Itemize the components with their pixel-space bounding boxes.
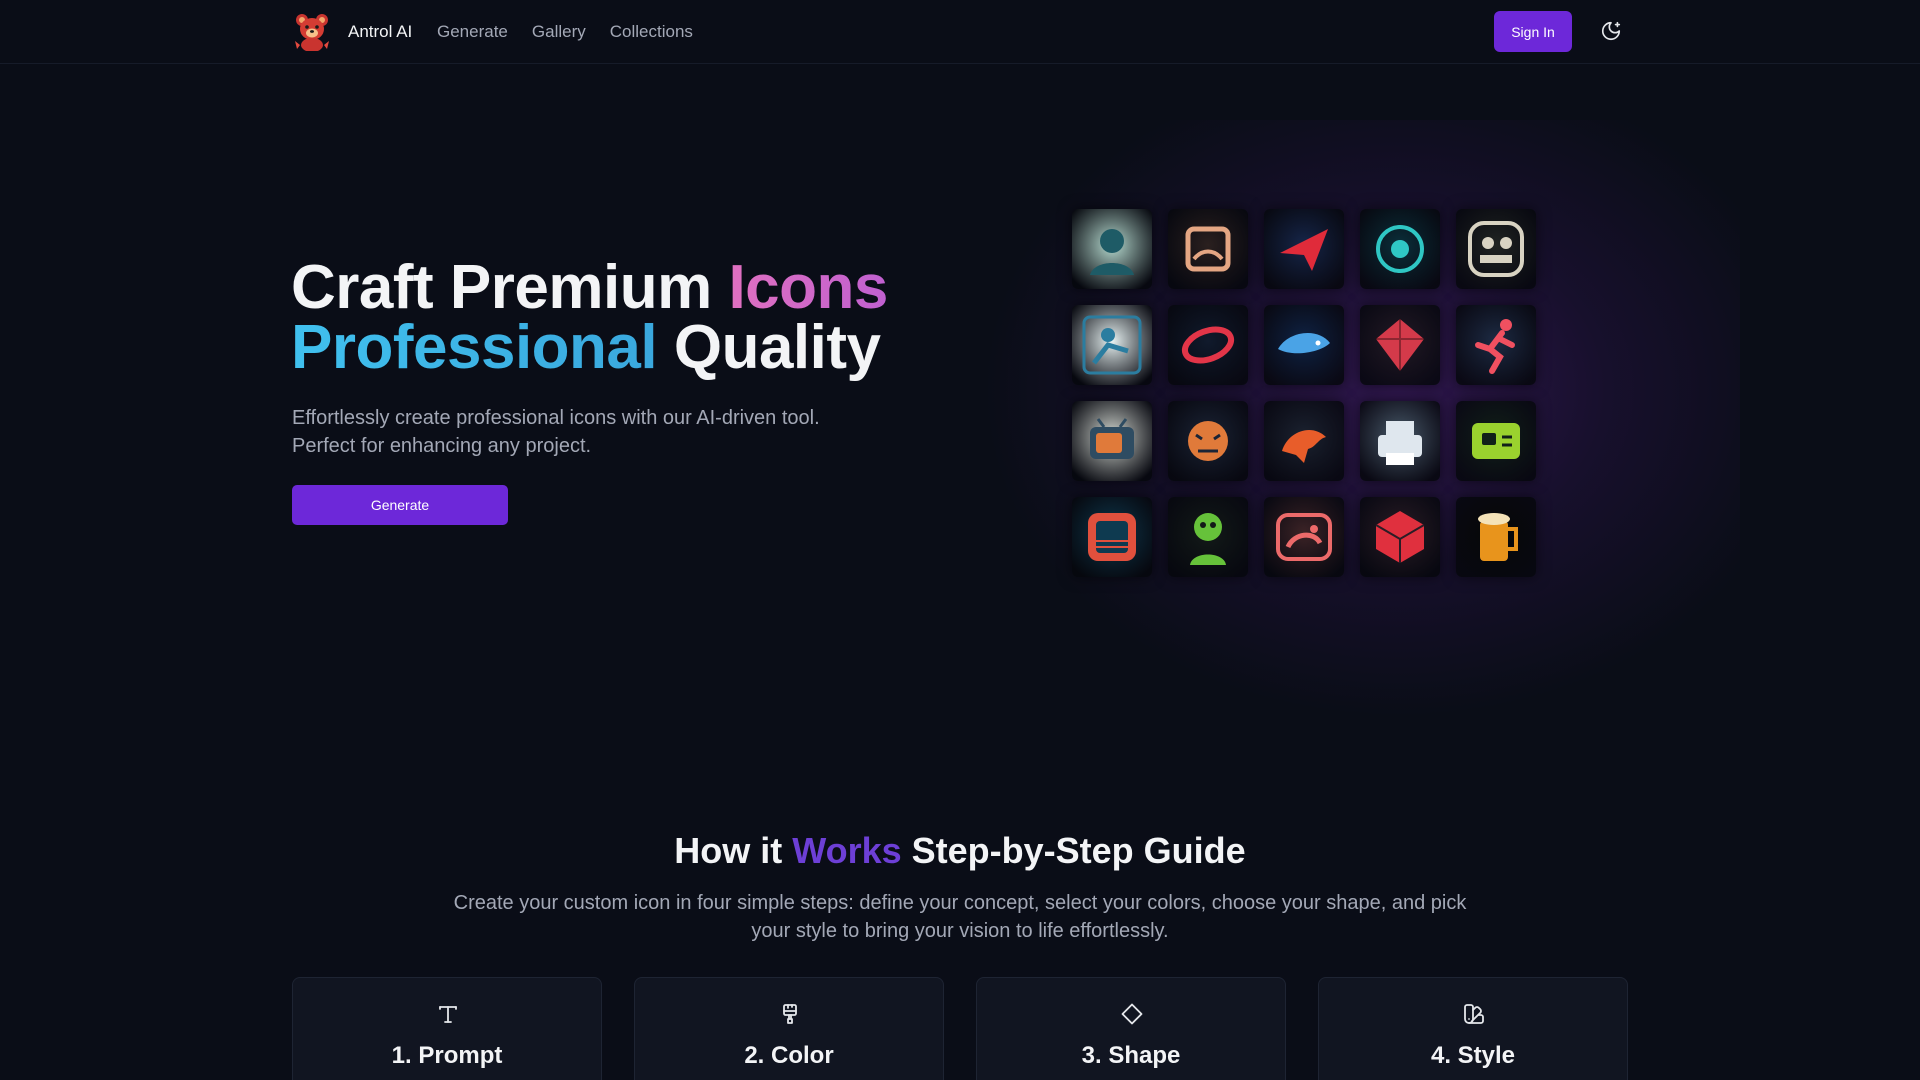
icon-tile[interactable] — [1264, 305, 1344, 385]
icon-tile[interactable] — [1072, 497, 1152, 577]
guide-title-highlight: Works — [792, 830, 902, 871]
icon-tile[interactable] — [1360, 209, 1440, 289]
step-card-color[interactable]: 2. Color — [634, 977, 944, 1080]
icon-showcase-grid — [1072, 209, 1536, 577]
text-icon — [439, 1006, 457, 1023]
nav-collections-link[interactable]: Collections — [610, 22, 693, 42]
window-frame-icon — [1072, 497, 1152, 577]
hero-generate-button[interactable]: Generate — [292, 485, 508, 525]
icon-tile[interactable] — [1456, 305, 1536, 385]
step-label: 3. Shape — [1081, 1042, 1181, 1069]
icon-tile[interactable] — [1168, 305, 1248, 385]
theme-toggle-button[interactable] — [1596, 17, 1626, 47]
moon-icon — [1601, 21, 1621, 40]
icon-tile[interactable] — [1072, 305, 1152, 385]
hero-title-highlight-professional: Professional — [291, 313, 658, 382]
icon-tile[interactable] — [1168, 497, 1248, 577]
icon-tile[interactable] — [1264, 401, 1344, 481]
icon-tile[interactable] — [1168, 209, 1248, 289]
guide-title-part1: How it — [674, 830, 793, 871]
step-card-prompt[interactable]: 1. Prompt — [292, 977, 602, 1080]
runner-icon — [1456, 305, 1536, 385]
chess-players-icon — [1456, 209, 1536, 289]
teddy-bear-logo-icon[interactable] — [292, 11, 332, 51]
step-label: 2. Color — [744, 1042, 834, 1069]
step-card-style[interactable]: 4. Style — [1318, 977, 1628, 1080]
step-cards: 1. Prompt 2. Color 3. Shape 4. Style — [292, 977, 1628, 1080]
main-nav: Generate Gallery Collections — [437, 22, 693, 42]
icon-tile[interactable] — [1168, 401, 1248, 481]
hero-title: Craft Premium Icons Professional Quality — [291, 257, 971, 379]
dragon-icon — [1264, 401, 1344, 481]
frog-badge-icon — [1264, 497, 1344, 577]
swatch-book-icon — [1464, 1004, 1484, 1024]
tiger-icon — [1168, 401, 1248, 481]
hero-title-highlight-icons: Icons — [728, 253, 888, 322]
speaker-disc-icon — [1360, 209, 1440, 289]
icon-tile[interactable] — [1360, 305, 1440, 385]
icon-tile[interactable] — [1456, 209, 1536, 289]
hero-title-part1: Craft Premium — [291, 253, 729, 322]
hero-subtitle: Effortlessly create professional icons w… — [292, 407, 820, 457]
tech-ring-icon — [1168, 305, 1248, 385]
paintbrush-icon — [783, 1004, 797, 1024]
step-label: 1. Prompt — [391, 1042, 503, 1069]
sign-in-button[interactable]: Sign In — [1494, 11, 1572, 52]
retro-tv-icon — [1072, 401, 1152, 481]
icon-tile[interactable] — [1072, 401, 1152, 481]
beer-mug-icon — [1456, 497, 1536, 577]
icon-tile[interactable] — [1456, 401, 1536, 481]
cube-icon — [1360, 497, 1440, 577]
icon-tile[interactable] — [1264, 209, 1344, 289]
typist-icon — [1072, 305, 1152, 385]
woman-portrait-icon — [1072, 209, 1152, 289]
step-label: 4. Style — [1430, 1042, 1516, 1069]
gem-icon — [1360, 305, 1440, 385]
orca-icon — [1264, 305, 1344, 385]
guide-subtitle: Create your custom icon in four simple s… — [453, 892, 1467, 942]
card-chip-icon — [1456, 401, 1536, 481]
icon-tile[interactable] — [1264, 497, 1344, 577]
nav-gallery-link[interactable]: Gallery — [532, 22, 586, 42]
hero-title-part4: Quality — [657, 313, 881, 382]
paper-plane-icon — [1264, 209, 1344, 289]
scroll-icon — [1168, 209, 1248, 289]
nav-generate-link[interactable]: Generate — [437, 22, 508, 42]
icon-tile[interactable] — [1360, 401, 1440, 481]
printer-icon — [1360, 401, 1440, 481]
icon-tile[interactable] — [1072, 209, 1152, 289]
guide-title-part3: Step-by-Step Guide — [901, 830, 1246, 871]
icon-tile[interactable] — [1360, 497, 1440, 577]
step-card-shape[interactable]: 3. Shape — [976, 977, 1286, 1080]
icon-tile[interactable] — [1456, 497, 1536, 577]
diamond-icon — [1121, 1003, 1143, 1025]
guide-title: How it Works Step-by-Step Guide — [0, 830, 1920, 872]
zombie-icon — [1168, 497, 1248, 577]
brand-name[interactable]: Antrol AI — [348, 22, 412, 42]
top-navbar: Antrol AI Generate Gallery Collections S… — [0, 0, 1920, 64]
